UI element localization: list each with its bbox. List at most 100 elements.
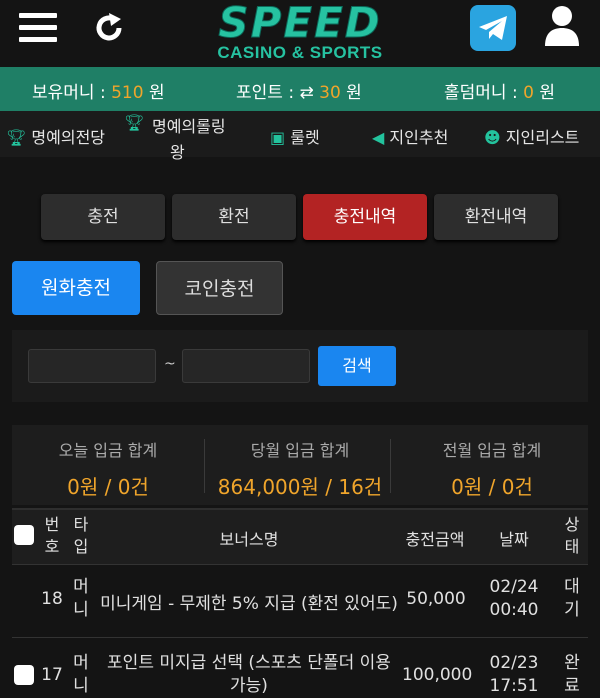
- summary-month: 당월 입금 합계 864,000원 / 16건: [204, 437, 396, 500]
- date-search-panel: ~ 검색: [12, 330, 588, 402]
- menu-rolling-king[interactable]: 🏆︎ 명예의롤링 왕: [124, 113, 226, 163]
- summary-value: 0원 / 0건: [67, 475, 149, 499]
- cash-label: 보유머니 :: [32, 83, 106, 103]
- summary-label: 오늘 입금 합계: [58, 441, 158, 460]
- hamburger-menu-icon[interactable]: [19, 13, 57, 43]
- row-date-day: 02/23: [489, 653, 539, 673]
- tab-deposit-history[interactable]: 충전내역: [303, 194, 427, 240]
- summary-today: 오늘 입금 합계 0원 / 0건: [12, 437, 204, 500]
- col-status-line1: 상: [564, 515, 580, 534]
- table-row[interactable]: 18 머 니 미니게임 - 무제한 5% 지급 (환전 있어도) 50,000 …: [12, 563, 588, 638]
- row-date-time: 17:51: [489, 676, 539, 696]
- trophy-icon: 🏆︎: [6, 128, 27, 147]
- row-bonus-name: 포인트 미지급 선택 (스포츠 단폴더 이용 가능): [96, 652, 402, 698]
- megaphone-icon: ◀: [372, 128, 385, 147]
- exchange-arrows-icon[interactable]: ⇄: [299, 83, 313, 103]
- row-type: 머 니: [70, 576, 92, 622]
- holdem-balance: 홀덤머니 : 0 원: [444, 78, 555, 103]
- quick-menu: 🏆︎ 명예의전당 🏆︎ 명예의롤링 왕 ▣ 룰렛 ◀ 지인추천 ☻ 지인리스트: [0, 111, 600, 162]
- deposit-summary: 오늘 입금 합계 0원 / 0건 당월 입금 합계 864,000원 / 16건…: [12, 425, 588, 505]
- col-number-line2: 호: [44, 537, 60, 556]
- summary-label: 당월 입금 합계: [250, 441, 350, 460]
- table-row[interactable]: 17 머 니 포인트 미지급 선택 (스포츠 단폴더 이용 가능) 100,00…: [12, 638, 588, 698]
- menu-label: 지인추천: [389, 128, 449, 147]
- col-status-line2: 태: [564, 537, 580, 556]
- row-type-line1: 머: [73, 577, 89, 597]
- logo-main-text: SPEED: [218, 0, 382, 47]
- row-status: 대 기: [560, 576, 584, 622]
- user-icon[interactable]: [543, 4, 581, 48]
- menu-hall-of-fame[interactable]: 🏆︎ 명예의전당: [6, 124, 105, 148]
- row-date-time: 00:40: [489, 600, 539, 620]
- row-status-line1: 완: [564, 653, 580, 673]
- row-bonus-line1: 포인트 미지급 선택 (스포츠 단폴더 이용: [107, 653, 391, 673]
- col-type-line2: 입: [73, 537, 89, 556]
- menu-referral-list[interactable]: ☻ 지인리스트: [484, 124, 579, 148]
- menu-roulette[interactable]: ▣ 룰렛: [270, 124, 320, 148]
- cash-balance: 보유머니 : 510 원: [32, 78, 165, 103]
- col-date: 날짜: [499, 530, 529, 549]
- row-bonus-line2: 가능): [230, 676, 268, 696]
- date-range-separator: ~: [164, 356, 176, 372]
- holdem-unit: 원: [539, 83, 555, 103]
- summary-label: 전월 입금 합계: [442, 441, 542, 460]
- col-number: 번 호: [40, 514, 64, 558]
- row-date: 02/24 00:40: [482, 576, 546, 622]
- summary-value: 864,000원 / 16건: [217, 475, 383, 499]
- point-unit: 원: [346, 83, 362, 103]
- menu-label: 왕: [170, 143, 185, 162]
- holdem-value: 0: [523, 83, 534, 103]
- row-status: 완 료: [560, 652, 584, 698]
- point-label: 포인트 :: [236, 83, 295, 103]
- end-date-input[interactable]: [182, 349, 310, 383]
- menu-label: 룰렛: [290, 128, 320, 147]
- gift-icon: ▣: [270, 128, 286, 147]
- row-bonus-name: 미니게임 - 무제한 5% 지급 (환전 있어도): [100, 594, 398, 614]
- users-icon: ☻: [484, 128, 501, 147]
- point-balance: 포인트 : ⇄ 30 원: [236, 78, 362, 103]
- summary-value: 0원 / 0건: [451, 475, 533, 499]
- row-number: 17: [41, 665, 63, 685]
- tab-withdraw[interactable]: 환전: [172, 194, 296, 240]
- col-type: 타 입: [70, 514, 92, 558]
- logo-sub-text: CASINO & SPORTS: [217, 43, 383, 62]
- subtab-krw-deposit[interactable]: 원화충전: [12, 261, 140, 315]
- row-checkbox[interactable]: [14, 665, 34, 685]
- divider: [390, 439, 391, 493]
- telegram-icon[interactable]: [470, 5, 516, 51]
- tab-withdraw-history[interactable]: 환전내역: [434, 194, 558, 240]
- row-type-line1: 머: [73, 653, 89, 673]
- balance-bar: 보유머니 : 510 원 포인트 : ⇄ 30 원 홀덤머니 : 0 원: [0, 67, 600, 111]
- menu-referral[interactable]: ◀ 지인추천: [372, 124, 448, 148]
- row-status-line2: 료: [564, 676, 580, 696]
- point-value: 30: [319, 83, 341, 103]
- col-status: 상 태: [560, 514, 584, 558]
- row-status-line1: 대: [564, 577, 580, 597]
- col-number-line1: 번: [44, 515, 60, 534]
- site-logo[interactable]: SPEED CASINO & SPORTS: [210, 0, 390, 64]
- cash-unit: 원: [148, 83, 165, 103]
- menu-label: 명예의롤링: [152, 117, 226, 136]
- col-amount: 충전금액: [405, 530, 465, 549]
- row-amount: 50,000: [406, 589, 466, 609]
- row-status-line2: 기: [564, 600, 580, 620]
- history-table-header: 번 호 타 입 보너스명 충전금액 날짜 상 태: [12, 508, 588, 565]
- menu-label: 명예의전당: [31, 128, 106, 147]
- tab-deposit[interactable]: 충전: [41, 194, 165, 240]
- row-date: 02/23 17:51: [482, 652, 546, 698]
- refresh-icon[interactable]: [92, 11, 126, 45]
- select-all-checkbox[interactable]: [14, 525, 34, 545]
- top-bar: SPEED CASINO & SPORTS: [0, 0, 600, 67]
- row-type-line2: 니: [73, 676, 89, 696]
- cash-value: 510: [111, 83, 144, 103]
- start-date-input[interactable]: [28, 349, 156, 383]
- row-type: 머 니: [70, 652, 92, 698]
- subtab-coin-deposit[interactable]: 코인충전: [156, 261, 283, 315]
- holdem-label: 홀덤머니 :: [444, 83, 518, 103]
- col-type-line1: 타: [73, 515, 89, 534]
- row-date-day: 02/24: [489, 577, 539, 597]
- search-button[interactable]: 검색: [318, 346, 396, 386]
- trophy-icon: 🏆︎: [124, 113, 145, 132]
- row-type-line2: 니: [73, 600, 89, 620]
- row-number: 18: [41, 589, 63, 609]
